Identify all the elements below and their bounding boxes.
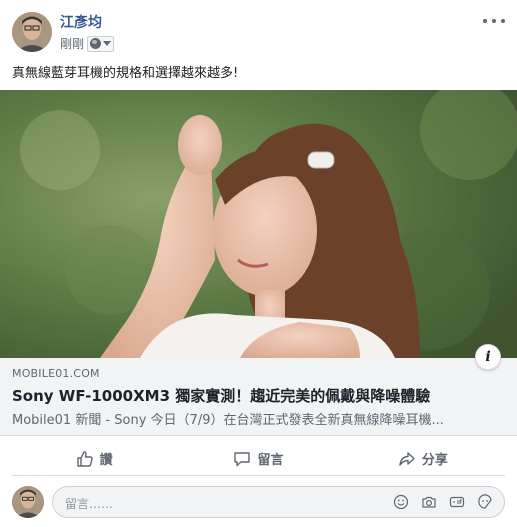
like-button[interactable]: 讚 — [12, 442, 176, 475]
comment-tools — [392, 493, 494, 511]
chevron-down-icon — [103, 41, 112, 46]
author-name[interactable]: 江彥均 — [60, 12, 102, 32]
post-actions-bar: 讚 留言 分享 — [12, 442, 505, 476]
link-description: Mobile01 新聞 - Sony 今日（7/9）在台灣正式發表全新真無線降噪… — [12, 413, 444, 428]
share-label: 分享 — [421, 453, 448, 468]
emoji-icon[interactable] — [392, 493, 410, 511]
share-button[interactable]: 分享 — [341, 442, 505, 475]
comment-input[interactable]: 留言…… — [52, 486, 505, 518]
author-avatar[interactable] — [12, 12, 52, 52]
link-domain: MOBILE01.COM — [12, 367, 100, 380]
gif-icon[interactable] — [448, 493, 466, 511]
post-timestamp[interactable]: 剛剛 — [60, 35, 84, 52]
post-meta: 剛剛 — [60, 35, 115, 52]
post-message: 真無線藍芽耳機的規格和選擇越來越多! — [12, 66, 239, 81]
share-arrow-icon — [399, 451, 415, 466]
comment-bubble-icon — [234, 451, 251, 466]
link-preview[interactable]: MOBILE01.COM Sony WF-1000XM3 獨家實測！趨近完美的佩… — [0, 90, 517, 436]
commenter-avatar[interactable] — [12, 486, 44, 518]
privacy-selector[interactable] — [87, 35, 115, 52]
post-header: 江彥均 剛剛 — [12, 10, 505, 56]
link-preview-image[interactable] — [0, 90, 517, 358]
camera-icon[interactable] — [420, 493, 438, 511]
like-label: 讚 — [99, 453, 113, 468]
sticker-icon[interactable] — [476, 493, 494, 511]
comment-label: 留言 — [257, 453, 284, 468]
more-options-icon[interactable] — [483, 14, 505, 28]
thumbs-up-icon — [76, 450, 93, 467]
info-icon[interactable]: i — [475, 344, 501, 370]
comment-placeholder: 留言…… — [65, 497, 114, 511]
comment-button[interactable]: 留言 — [176, 442, 340, 475]
comment-composer: 留言…… — [12, 484, 505, 520]
link-preview-body[interactable]: MOBILE01.COM Sony WF-1000XM3 獨家實測！趨近完美的佩… — [0, 358, 517, 436]
feed-post: 江彥均 剛剛 真無線藍芽耳機的規格和選擇越來越多! MOBILE01.COM S… — [0, 0, 517, 527]
globe-icon — [90, 38, 102, 49]
link-title[interactable]: Sony WF-1000XM3 獨家實測！趨近完美的佩戴與降噪體驗 — [12, 385, 430, 406]
